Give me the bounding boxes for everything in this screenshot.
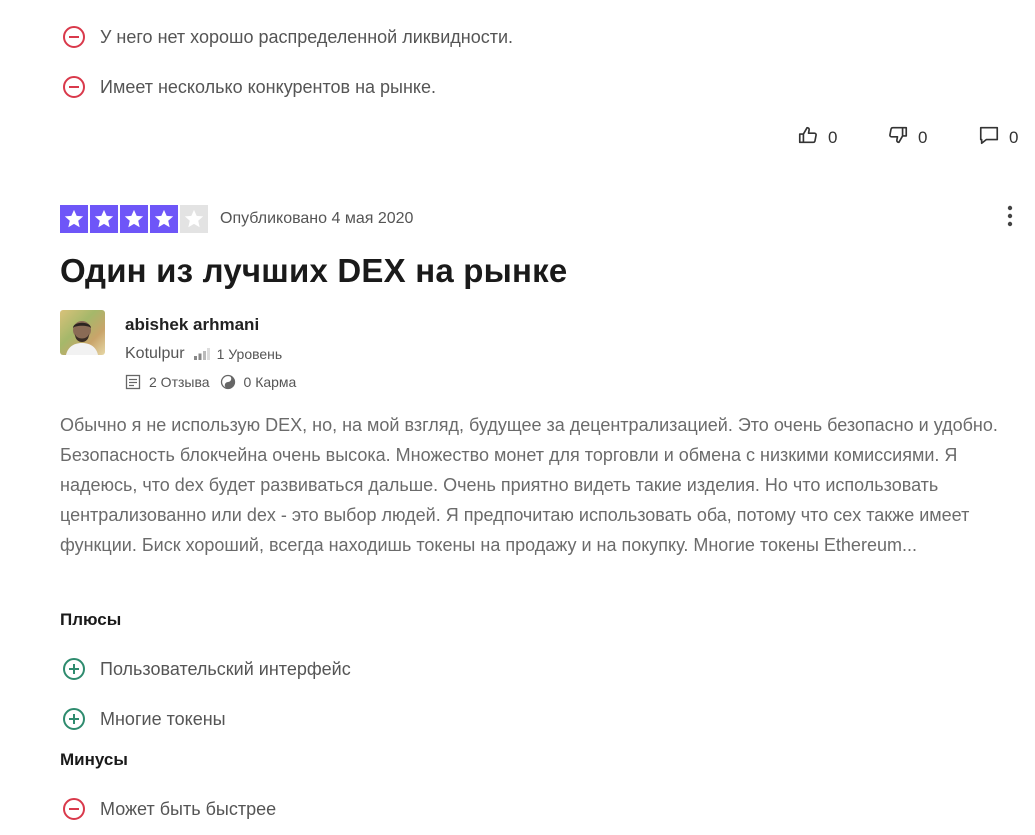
document-icon: [125, 374, 141, 390]
comment-button[interactable]: 0: [978, 124, 1018, 151]
pro-text: Пользовательский интерфейс: [100, 659, 351, 679]
author-level: 1 Уровень: [216, 346, 283, 362]
minus-circle-icon: [62, 25, 86, 49]
con-text: Может быть быстрее: [100, 799, 277, 819]
rating-stars: [60, 205, 208, 233]
minus-circle-icon: [62, 75, 86, 99]
thumbs-down-icon: [887, 124, 909, 151]
karma-icon: [220, 374, 236, 390]
pro-text: Многие токены: [100, 709, 226, 729]
review-title: Один из лучших DEX на рынке: [60, 252, 568, 289]
pro-item: Пользовательский интерфейс: [62, 657, 351, 681]
plus-circle-icon: [62, 657, 86, 681]
thumbs-up-icon: [797, 124, 819, 151]
author-karma: 0 Карма: [243, 374, 297, 390]
dislike-button[interactable]: 0: [887, 124, 927, 151]
con-text: У него нет хорошо распределенной ликвидн…: [100, 27, 514, 47]
cons-heading: Минусы: [60, 750, 128, 769]
pros-heading: Плюсы: [60, 610, 122, 629]
author-city: Kotulpur: [125, 345, 185, 362]
star-icon: [60, 205, 88, 233]
published-date: Опубликовано 4 мая 2020: [220, 210, 414, 227]
pro-item: Многие токены: [62, 707, 226, 731]
comment-icon: [978, 124, 1000, 151]
author-location-level: Kotulpur 1 Уровень: [125, 345, 282, 363]
review-body: Обычно я не использую DEX, но, на мой вз…: [60, 415, 998, 555]
con-item: У него нет хорошо распределенной ликвидн…: [62, 25, 513, 49]
avatar[interactable]: [60, 310, 105, 355]
con-item: Может быть быстрее: [62, 797, 276, 821]
like-button[interactable]: 0: [797, 124, 837, 151]
star-icon: [90, 205, 118, 233]
author-reviews[interactable]: 2 Отзыва: [149, 374, 210, 390]
minus-circle-icon: [62, 797, 86, 821]
star-icon: [180, 205, 208, 233]
more-vertical-icon[interactable]: [1000, 204, 1020, 228]
author-name[interactable]: abishek arhmani: [125, 315, 259, 335]
star-icon: [150, 205, 178, 233]
star-icon: [120, 205, 148, 233]
con-item: Имеет несколько конкурентов на рынке.: [62, 75, 436, 99]
con-text: Имеет несколько конкурентов на рынке.: [100, 77, 437, 97]
level-bars-icon: [193, 348, 210, 360]
author-stats: 2 Отзыва 0 Карма: [125, 374, 296, 390]
plus-circle-icon: [62, 707, 86, 731]
